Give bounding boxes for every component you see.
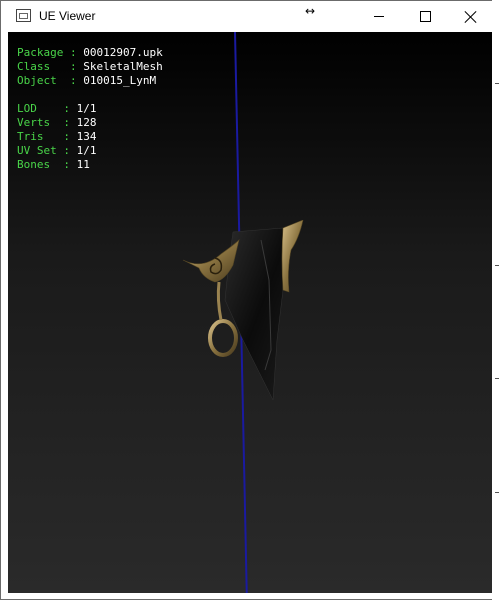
close-button[interactable] bbox=[448, 1, 494, 32]
mesh-ring-hanger bbox=[216, 281, 223, 321]
maximize-button[interactable] bbox=[402, 1, 448, 32]
title-bar[interactable]: UE Viewer ↔ bbox=[1, 1, 499, 32]
tris-value: 134 bbox=[76, 130, 97, 143]
info-row-verts: Verts : 128 bbox=[17, 116, 97, 129]
maximize-icon bbox=[419, 11, 431, 22]
bones-value: 11 bbox=[76, 158, 90, 171]
verts-value: 128 bbox=[76, 116, 97, 129]
app-icon bbox=[16, 9, 31, 22]
ue-viewer-window: UE Viewer ↔ Package : 00012907.upk Class… bbox=[0, 0, 500, 600]
mesh-info-panel: Package : 00012907.upk Class : SkeletalM… bbox=[17, 46, 163, 172]
info-row-object: Object : 010015_LynM bbox=[17, 74, 157, 87]
mesh-gold-ornament-right bbox=[281, 220, 304, 293]
uvset-value: 1/1 bbox=[76, 144, 97, 157]
resize-arrows-icon: ↔ bbox=[305, 4, 316, 18]
mesh-viewport[interactable]: Package : 00012907.upk Class : SkeletalM… bbox=[8, 32, 493, 593]
object-value: 010015_LynM bbox=[83, 74, 157, 87]
lod-value: 1/1 bbox=[76, 102, 97, 115]
verts-label: Verts bbox=[17, 116, 51, 129]
info-row-bones: Bones : 11 bbox=[17, 158, 90, 171]
lod-label: LOD bbox=[17, 102, 37, 115]
info-row-tris: Tris : 134 bbox=[17, 130, 97, 143]
class-label: Class bbox=[17, 60, 51, 73]
object-label: Object bbox=[17, 74, 57, 87]
skeletal-mesh-render[interactable] bbox=[173, 220, 308, 405]
background-right-strip bbox=[492, 0, 500, 600]
close-icon bbox=[465, 11, 477, 23]
bones-label: Bones bbox=[17, 158, 51, 171]
class-value: SkeletalMesh bbox=[83, 60, 163, 73]
package-value: 00012907.upk bbox=[83, 46, 163, 59]
info-row-lod: LOD : 1/1 bbox=[17, 102, 97, 115]
info-row-package: Package : 00012907.upk bbox=[17, 46, 163, 59]
info-row-class: Class : SkeletalMesh bbox=[17, 60, 163, 73]
mesh-gold-ring bbox=[208, 319, 238, 357]
minimize-icon bbox=[374, 16, 384, 17]
minimize-button[interactable] bbox=[356, 1, 402, 32]
package-label: Package bbox=[17, 46, 64, 59]
uvset-label: UV Set bbox=[17, 144, 57, 157]
window-title: UE Viewer bbox=[39, 9, 96, 23]
info-row-uvset: UV Set : 1/1 bbox=[17, 144, 97, 157]
tris-label: Tris bbox=[17, 130, 44, 143]
